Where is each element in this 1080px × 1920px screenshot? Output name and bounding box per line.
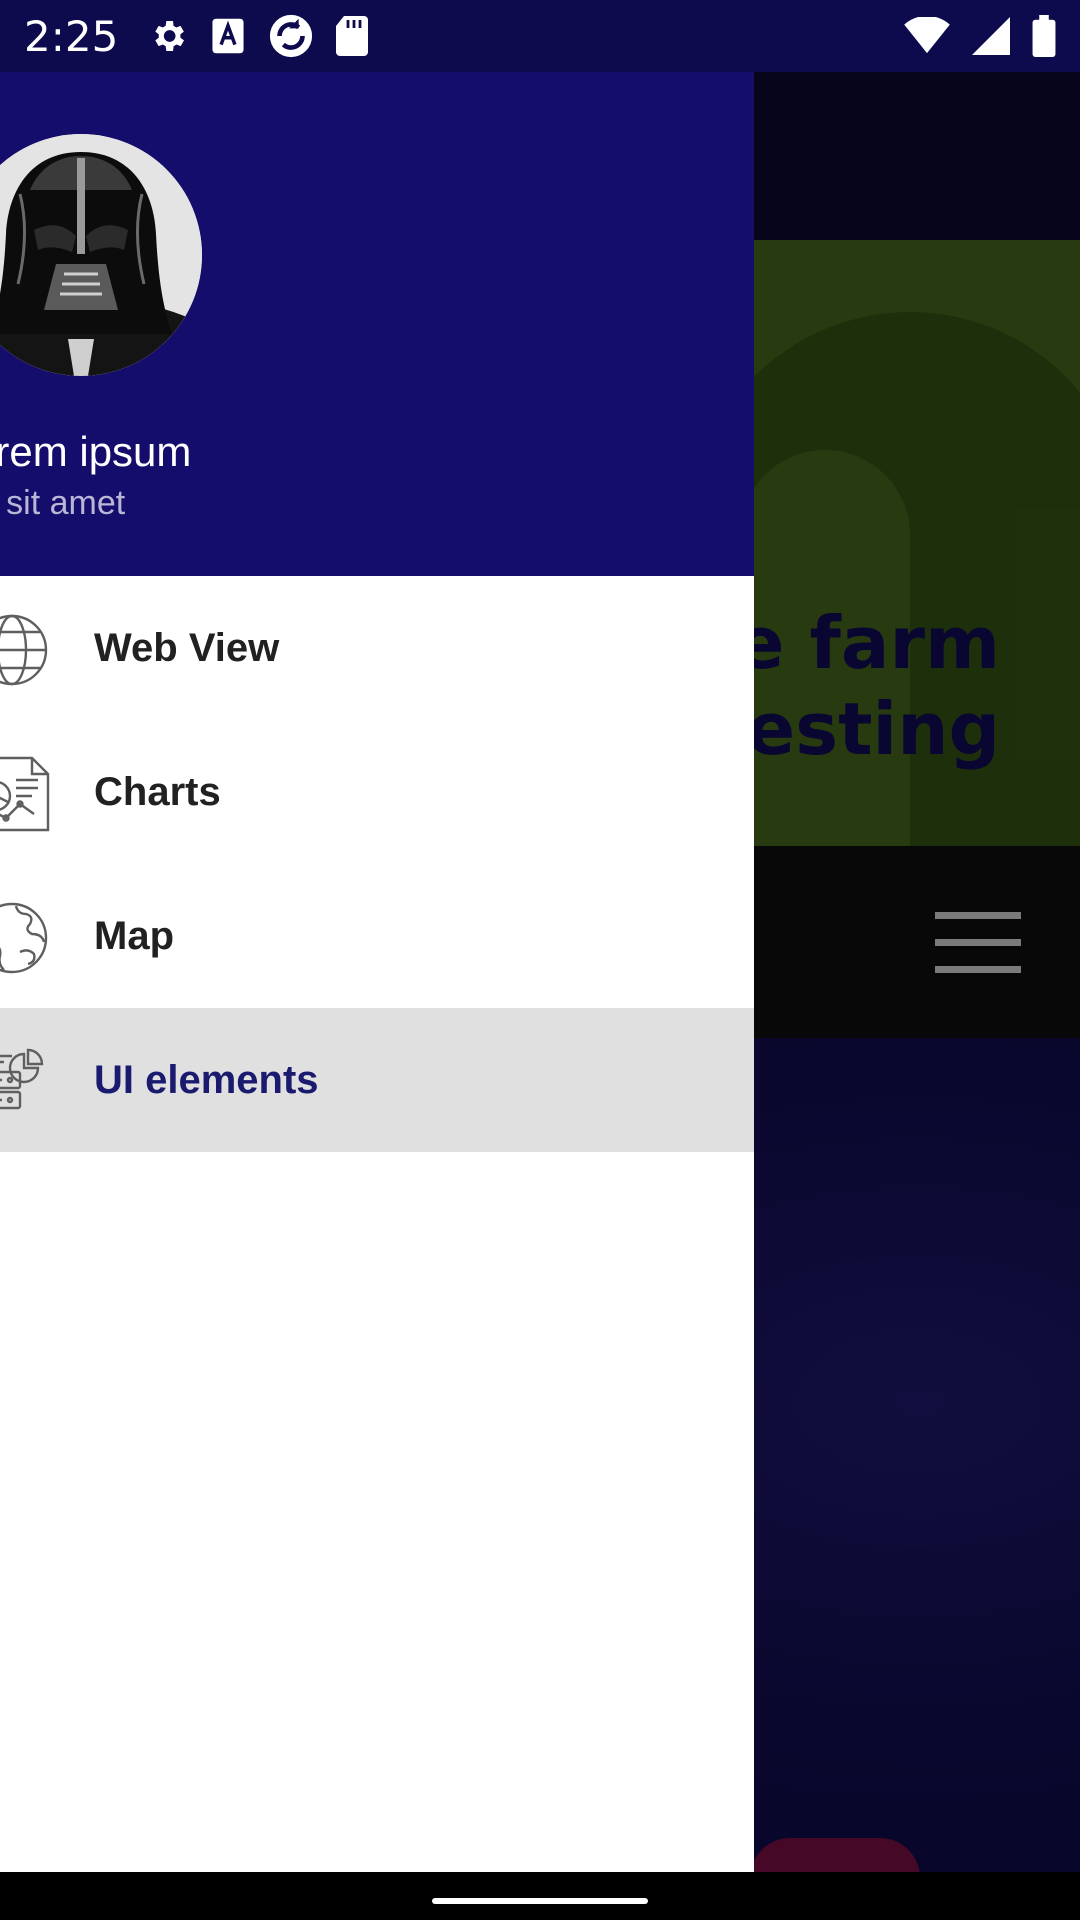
earth-icon [0,900,52,976]
drawer-item-label: Charts [94,769,221,814]
status-icons-right [904,15,1056,57]
drawer-item-map[interactable]: Map [0,864,754,1008]
chart-document-icon [0,756,52,832]
home-gesture-handle[interactable] [432,1898,648,1904]
ui-elements-icon [0,1044,52,1120]
header-subtitle: olor sit amet [0,484,126,522]
drawer-item-label: UI elements [94,1057,319,1102]
avatar[interactable] [0,134,202,376]
screen: 2:25 e farm testing rem ipsum sit amet W… [0,0,1080,1920]
settings-icon [148,16,188,56]
drawer-item-label: Map [94,913,174,958]
status-icons-left [148,13,369,59]
status-time: 2:25 [24,11,119,61]
header-name: orem ipsum [0,428,192,475]
battery-icon [1032,15,1056,57]
wifi-icon [904,17,950,55]
drawer-item-ui-elements[interactable]: UI elements [0,1008,754,1152]
drawer-item-charts[interactable]: Charts [0,720,754,864]
drawer-item-label: Web View [94,625,280,670]
sd-card-icon [336,16,369,56]
font-a-icon [210,17,246,55]
drawer-menu: Web View Charts Map UI elements [0,576,754,1152]
darth-vader-avatar-icon [0,134,202,376]
system-nav-bar [0,1872,1080,1920]
status-bar: 2:25 [0,0,1080,72]
globe-icon [0,612,52,688]
navigation-drawer: orem ipsum olor sit amet Web View [0,72,754,1872]
sync-app-icon [268,13,314,59]
signal-icon [972,17,1010,55]
drawer-header: orem ipsum olor sit amet [0,72,754,576]
drawer-item-web-view[interactable]: Web View [0,576,754,720]
